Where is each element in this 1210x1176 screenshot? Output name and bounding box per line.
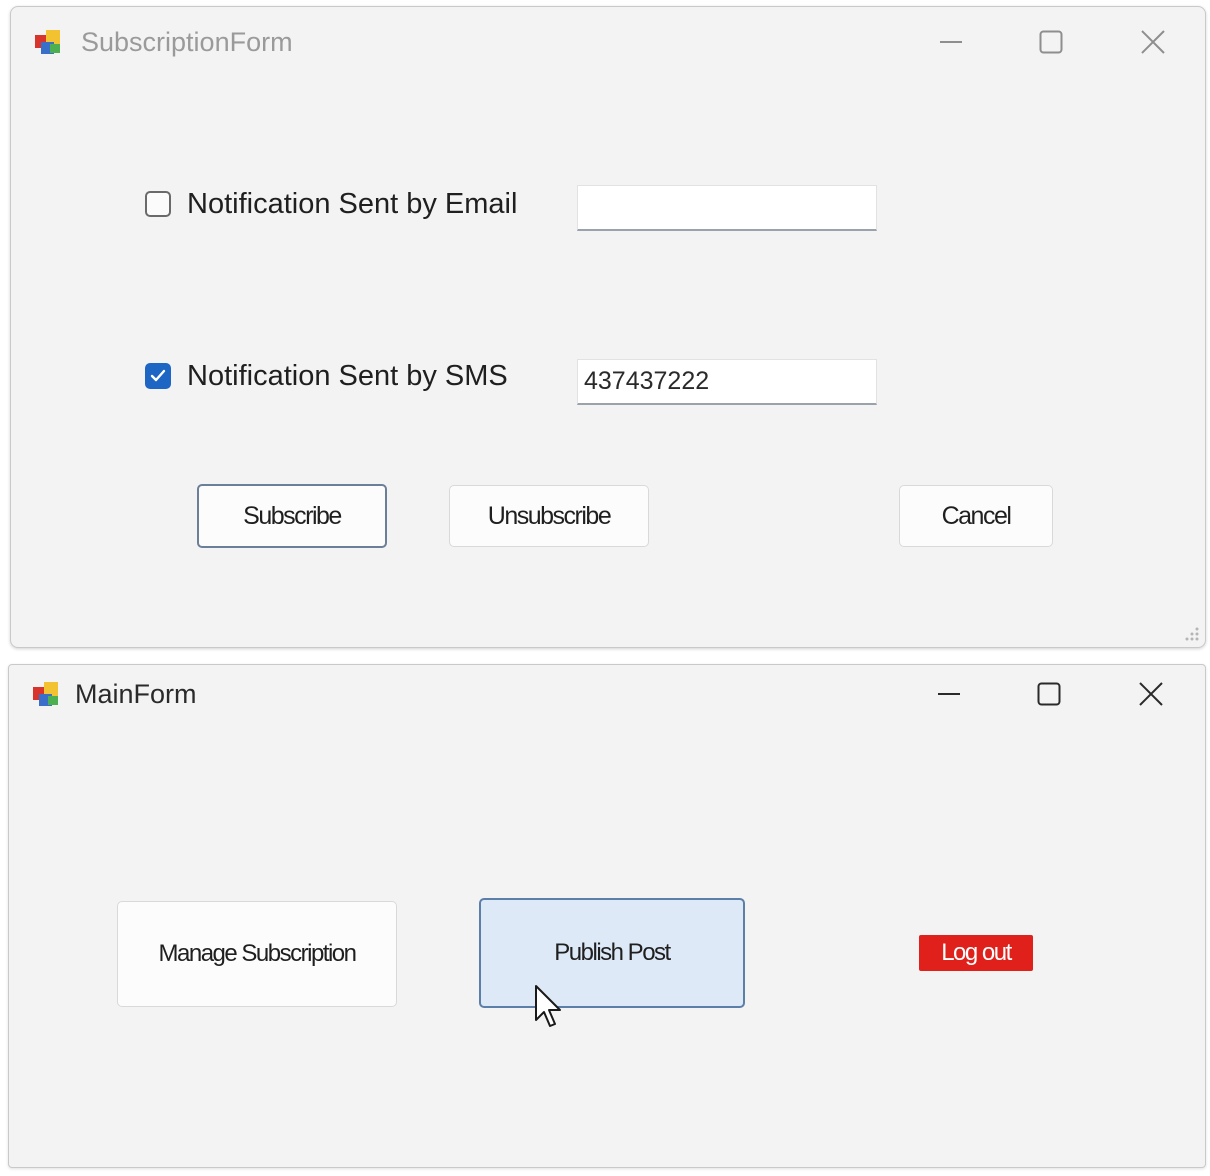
cancel-button[interactable]: Cancel: [899, 485, 1053, 547]
email-field[interactable]: [577, 185, 877, 231]
maximize-button[interactable]: [1019, 671, 1079, 717]
main-form-window: MainForm Manage Subscription Publish Pos…: [8, 664, 1206, 1168]
maximize-icon: [1039, 30, 1063, 54]
app-icon: [35, 30, 60, 54]
close-button[interactable]: [1123, 19, 1183, 65]
close-icon: [1141, 30, 1165, 54]
subscribe-button[interactable]: Subscribe: [197, 484, 387, 548]
email-checkbox-label: Notification Sent by Email: [187, 188, 518, 220]
minimize-icon: [938, 693, 960, 695]
email-checkbox[interactable]: [145, 191, 171, 217]
log-out-button[interactable]: Log out: [919, 935, 1033, 971]
close-icon: [1139, 682, 1163, 706]
minimize-button[interactable]: [919, 671, 979, 717]
main-form-titlebar[interactable]: MainForm: [9, 665, 1205, 733]
maximize-icon: [1037, 682, 1061, 706]
resize-grip-icon[interactable]: [1179, 621, 1201, 643]
window-title: MainForm: [75, 679, 197, 709]
sms-phone-field[interactable]: [577, 359, 877, 405]
maximize-button[interactable]: [1021, 19, 1081, 65]
manage-subscription-button[interactable]: Manage Subscription: [117, 901, 397, 1007]
unsubscribe-button[interactable]: Unsubscribe: [449, 485, 649, 547]
subscription-form-titlebar[interactable]: SubscriptionForm: [11, 7, 1205, 75]
checkmark-icon: [150, 369, 166, 382]
sms-checkbox-label: Notification Sent by SMS: [187, 360, 508, 392]
publish-post-button[interactable]: Publish Post: [479, 898, 745, 1008]
minimize-icon: [940, 41, 962, 43]
minimize-button[interactable]: [921, 19, 981, 65]
close-button[interactable]: [1121, 671, 1181, 717]
sms-checkbox[interactable]: [145, 363, 171, 389]
window-title: SubscriptionForm: [81, 27, 293, 57]
subscription-form-window: SubscriptionForm Notification Sent by Em…: [10, 6, 1206, 648]
app-icon: [33, 682, 58, 706]
